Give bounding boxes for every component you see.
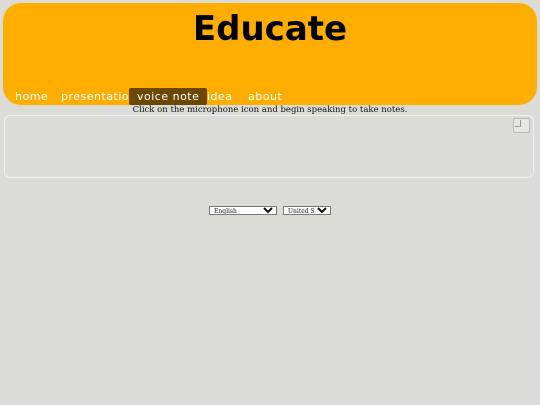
broken-image-icon bbox=[515, 120, 521, 127]
language-selectors: English United States bbox=[0, 206, 540, 215]
language-select[interactable]: English bbox=[209, 206, 277, 215]
nav-voice-note[interactable]: voice note bbox=[129, 88, 208, 105]
microphone-icon[interactable] bbox=[513, 118, 530, 133]
nav-home[interactable]: home bbox=[7, 88, 56, 105]
dialect-select[interactable]: United States bbox=[283, 206, 331, 215]
instruction-text: Click on the microphone icon and begin s… bbox=[132, 105, 408, 115]
notes-textarea[interactable] bbox=[4, 115, 534, 178]
nav-about[interactable]: about bbox=[240, 88, 290, 105]
nav-idea[interactable]: idea bbox=[199, 88, 241, 105]
site-header: Educate home presentation voice note ide… bbox=[3, 3, 537, 105]
brand-title: Educate bbox=[192, 9, 348, 49]
